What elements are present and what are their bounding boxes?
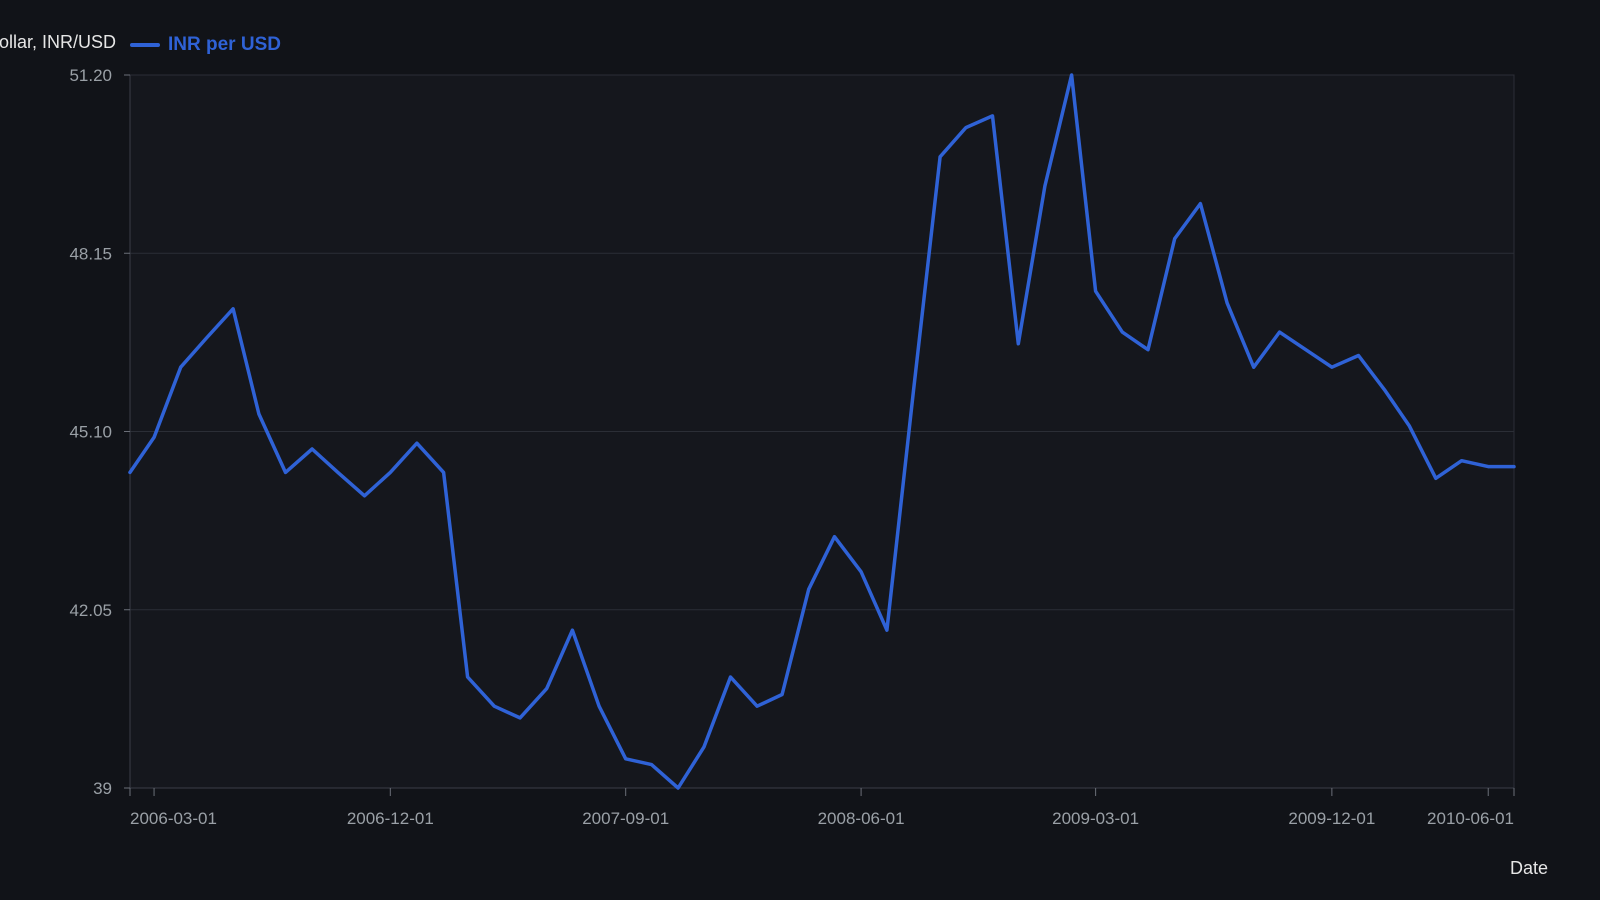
data-point[interactable]: [1274, 326, 1286, 338]
data-point[interactable]: [175, 361, 187, 373]
data-point[interactable]: [725, 671, 737, 683]
data-point[interactable]: [1430, 472, 1442, 484]
data-point[interactable]: [1221, 297, 1233, 309]
data-point[interactable]: [1456, 455, 1468, 467]
data-point[interactable]: [306, 443, 318, 455]
x-tick-label: 2006-12-01: [347, 809, 434, 828]
data-point[interactable]: [124, 466, 136, 478]
line-chart: 51.20 48.15 45.10 42.05 39 2006-03-01 2006-12…: [69, 66, 1520, 828]
data-point[interactable]: [438, 466, 450, 478]
data-point[interactable]: [855, 566, 867, 578]
legend-swatch: [130, 43, 160, 47]
data-point[interactable]: [1248, 361, 1260, 373]
data-point[interactable]: [1326, 361, 1338, 373]
data-point[interactable]: [620, 753, 632, 765]
data-point[interactable]: [987, 110, 999, 122]
data-point[interactable]: [411, 437, 423, 449]
data-point[interactable]: [462, 671, 474, 683]
x-tick-label: 2007-09-01: [582, 809, 669, 828]
data-point[interactable]: [698, 741, 710, 753]
x-axis-label: Date: [1509, 858, 1548, 878]
data-point[interactable]: [1039, 180, 1051, 192]
data-point[interactable]: [566, 624, 578, 636]
data-point[interactable]: [227, 303, 239, 315]
y-tick-label: 48.15: [69, 244, 112, 263]
data-point[interactable]: [803, 583, 815, 595]
data-point[interactable]: [1379, 385, 1391, 397]
data-point[interactable]: [384, 466, 396, 478]
data-point[interactable]: [1194, 198, 1206, 210]
data-point[interactable]: [672, 782, 684, 794]
data-point[interactable]: [1403, 420, 1415, 432]
legend[interactable]: INR per USD: [130, 34, 281, 56]
x-tick-label: 2009-03-01: [1052, 809, 1139, 828]
y-tick-label: 42.05: [69, 601, 112, 620]
data-point[interactable]: [1142, 344, 1154, 356]
data-point[interactable]: [253, 408, 265, 420]
data-point[interactable]: [776, 689, 788, 701]
data-point[interactable]: [514, 712, 526, 724]
data-point[interactable]: [1353, 350, 1365, 362]
x-tick-label: 2006-03-01: [130, 809, 217, 828]
data-point[interactable]: [881, 624, 893, 636]
data-point[interactable]: [1090, 285, 1102, 297]
x-tick-label: 2010-06-01: [1427, 809, 1514, 828]
data-point[interactable]: [541, 683, 553, 695]
data-point[interactable]: [908, 385, 920, 397]
x-axis-ticks: 2006-03-01 2006-12-01 2007-09-01 2008-06-01…: [129, 788, 1515, 828]
data-point[interactable]: [593, 700, 605, 712]
x-tick-label: 2008-06-01: [818, 809, 905, 828]
data-point[interactable]: [280, 466, 292, 478]
data-point[interactable]: [1066, 69, 1078, 81]
y-tick-label: 45.10: [69, 423, 112, 442]
y-axis-label: Indian Rupees to One U.S. Dollar, INR/US…: [0, 32, 116, 52]
y-axis-ticks: 51.20 48.15 45.10 42.05 39: [69, 66, 130, 798]
y-tick-label: 39: [93, 779, 112, 798]
data-point[interactable]: [332, 466, 344, 478]
data-point[interactable]: [201, 332, 213, 344]
data-point[interactable]: [646, 759, 658, 771]
data-point[interactable]: [488, 700, 500, 712]
data-point[interactable]: [359, 490, 371, 502]
data-point[interactable]: [829, 531, 841, 543]
data-point[interactable]: [148, 431, 160, 443]
x-tick-label: 2009-12-01: [1288, 809, 1375, 828]
legend-label: INR per USD: [168, 34, 281, 55]
y-tick-label: 51.20: [69, 66, 112, 85]
data-point[interactable]: [960, 122, 972, 134]
data-point[interactable]: [1482, 461, 1494, 473]
data-point[interactable]: [1012, 338, 1024, 350]
data-point[interactable]: [934, 151, 946, 163]
data-point[interactable]: [751, 700, 763, 712]
data-point[interactable]: [1508, 461, 1520, 473]
data-point[interactable]: [1116, 326, 1128, 338]
data-point[interactable]: [1169, 233, 1181, 245]
